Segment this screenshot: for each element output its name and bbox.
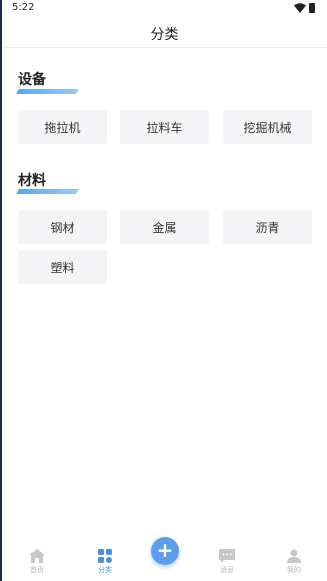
header: 分类	[2, 18, 327, 48]
tab-home[interactable]: 首页	[17, 549, 57, 581]
section-underline	[16, 189, 79, 194]
category-chip[interactable]: 沥青	[223, 210, 312, 244]
battery-icon	[309, 3, 315, 13]
publish-button[interactable]: +	[151, 537, 179, 565]
category-icon	[98, 549, 112, 563]
tab-category[interactable]: 分类	[85, 549, 125, 581]
tab-label: 分类	[98, 566, 112, 574]
screen: 5:22 分类 设备 拖拉机 拉料车 挖掘机械 材料 钢材 金属 沥青 塑料 首…	[2, 0, 327, 581]
section-underline	[16, 89, 79, 94]
status-icons	[294, 3, 315, 13]
status-time: 5:22	[12, 2, 35, 13]
plus-icon: +	[156, 538, 174, 562]
category-chip[interactable]: 拖拉机	[18, 110, 107, 144]
tab-label: 首页	[30, 566, 44, 574]
category-chip[interactable]: 金属	[120, 210, 209, 244]
wifi-icon	[294, 3, 306, 13]
section-title-materials: 材料	[18, 173, 46, 189]
status-bar: 5:22	[2, 0, 327, 18]
section-title-equipment: 设备	[18, 72, 46, 88]
tab-label: 我的	[287, 566, 301, 574]
category-chip[interactable]: 塑料	[18, 250, 107, 284]
tab-label: 消息	[220, 566, 234, 574]
user-icon	[287, 549, 301, 563]
tab-messages[interactable]: 消息	[207, 549, 247, 581]
home-icon	[29, 549, 45, 563]
category-chip[interactable]: 挖掘机械	[223, 110, 312, 144]
category-chip[interactable]: 拉料车	[120, 110, 209, 144]
message-icon	[219, 549, 235, 563]
tab-profile[interactable]: 我的	[274, 549, 314, 581]
category-chip[interactable]: 钢材	[18, 210, 107, 244]
page-title: 分类	[150, 27, 179, 43]
